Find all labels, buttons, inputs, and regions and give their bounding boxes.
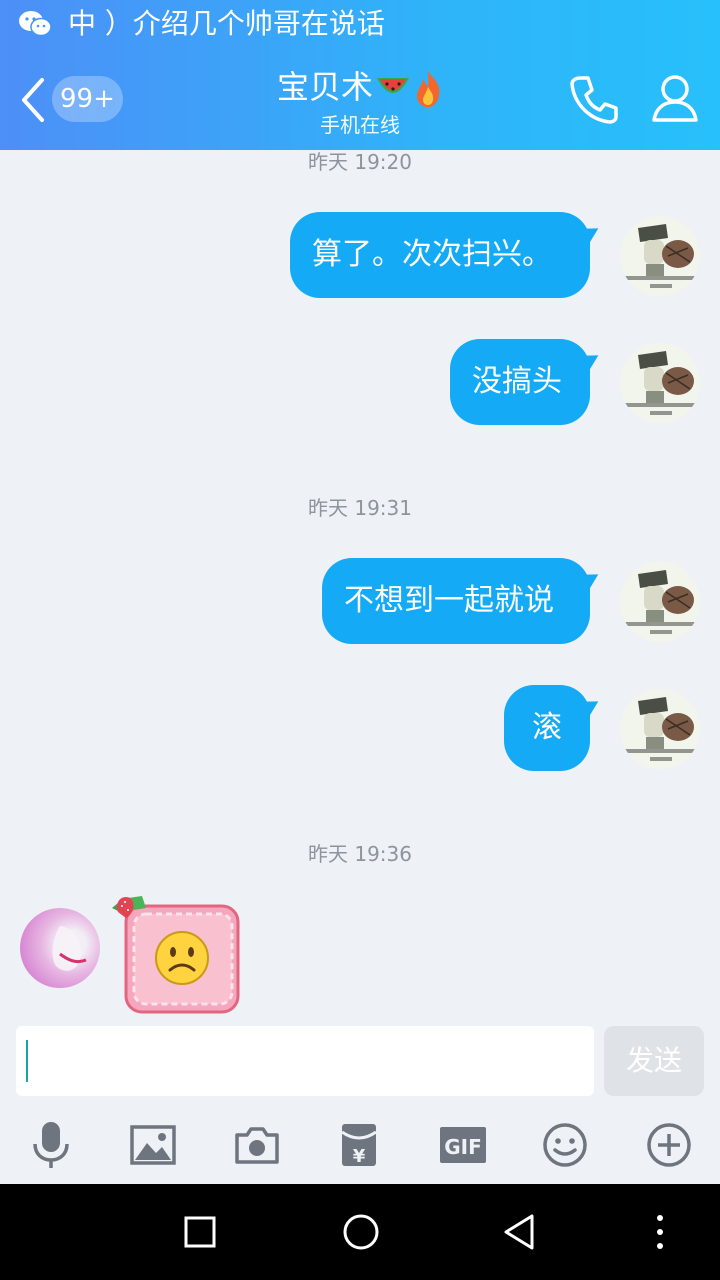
online-status: 手机在线	[320, 113, 400, 137]
contact-avatar[interactable]	[20, 908, 100, 988]
sent-message-bubble[interactable]: 算了。次次扫兴。	[290, 212, 590, 298]
my-avatar[interactable]	[620, 343, 700, 423]
contact-name: 宝贝术	[276, 68, 373, 106]
sad-face-sticker	[112, 896, 240, 1014]
image-button[interactable]	[126, 1120, 180, 1170]
red-packet-button[interactable]: ¥	[332, 1120, 386, 1170]
recent-apps-icon[interactable]	[178, 1210, 222, 1254]
camera-icon	[235, 1127, 279, 1164]
emoji-icon	[543, 1123, 587, 1167]
microphone-icon	[33, 1122, 69, 1168]
chevron-left-icon	[22, 78, 44, 122]
status-bar: 中 ）介绍几个帅哥在说话	[0, 0, 720, 48]
sent-message-bubble[interactable]: 没搞头	[450, 339, 590, 425]
back-nav-icon[interactable]	[498, 1210, 542, 1254]
home-icon[interactable]	[339, 1210, 383, 1254]
sent-message-bubble[interactable]: 不想到一起就说	[322, 558, 590, 644]
emoji-button[interactable]	[538, 1120, 592, 1170]
received-sticker[interactable]	[108, 894, 244, 1016]
gif-icon: GIF	[440, 1127, 486, 1163]
message-timestamp: 昨天 19:36	[308, 842, 412, 866]
message-timestamp: 昨天 19:31	[308, 496, 412, 520]
profile-button[interactable]	[646, 70, 704, 128]
wechat-icon	[19, 11, 52, 37]
meme-avatar-image	[620, 689, 700, 769]
svg-text:GIF: GIF	[444, 1135, 482, 1159]
chat-header: 99+ 宝贝术 手机在线	[0, 48, 720, 150]
meme-avatar-image	[620, 562, 700, 642]
more-button[interactable]	[642, 1120, 696, 1170]
call-button[interactable]	[566, 72, 622, 128]
my-avatar[interactable]	[620, 562, 700, 642]
watermelon-icon	[377, 78, 409, 93]
chat-title-area[interactable]: 宝贝术 手机在线	[180, 64, 540, 140]
chat-title: 宝贝术	[180, 64, 540, 110]
camera-button[interactable]	[230, 1120, 284, 1170]
notification-text: 中 ）介绍几个帅哥在说话	[68, 7, 385, 40]
overflow-menu-icon[interactable]	[638, 1210, 682, 1254]
contact-avatar-image	[52, 926, 87, 971]
my-avatar[interactable]	[620, 689, 700, 769]
sent-message-bubble[interactable]: 滚	[504, 685, 590, 771]
gif-button[interactable]: GIF	[436, 1120, 490, 1170]
phone-icon	[570, 76, 618, 124]
message-input[interactable]	[16, 1026, 594, 1096]
svg-text:¥: ¥	[353, 1146, 366, 1167]
input-toolbar: ¥ GIF	[0, 1106, 720, 1184]
meme-avatar-image	[620, 216, 700, 296]
image-icon	[130, 1125, 176, 1165]
flame-icon	[417, 71, 440, 107]
plus-icon	[647, 1123, 691, 1167]
my-avatar[interactable]	[620, 216, 700, 296]
meme-avatar-image	[620, 343, 700, 423]
system-navigation-bar	[0, 1184, 720, 1280]
back-button[interactable]: 99+	[12, 70, 123, 130]
send-button[interactable]: 发送	[604, 1026, 704, 1096]
user-icon	[652, 75, 698, 122]
unread-count-badge: 99+	[52, 76, 123, 122]
text-caret	[26, 1040, 28, 1082]
message-timestamp: 昨天 19:20	[308, 150, 412, 174]
red-packet-icon: ¥	[341, 1124, 377, 1167]
compose-bar: 发送	[0, 1016, 720, 1106]
voice-button[interactable]	[24, 1120, 78, 1170]
